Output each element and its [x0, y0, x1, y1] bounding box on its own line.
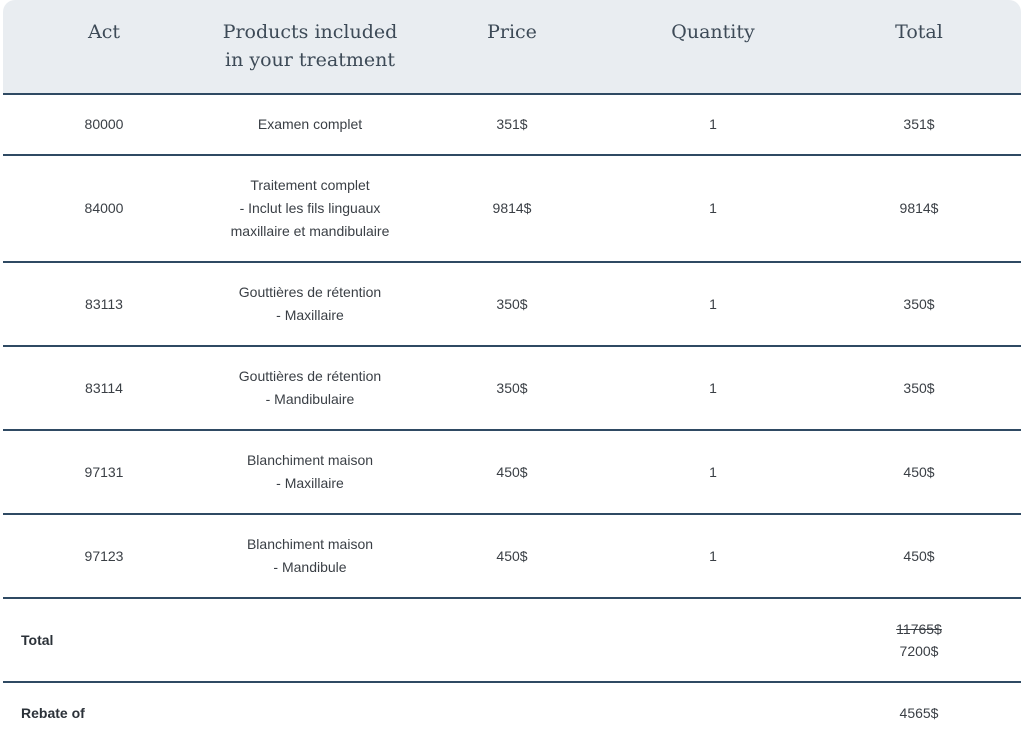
product-line: - Maxillaire	[276, 307, 344, 323]
product-description: Blanchiment maison - Mandibule	[205, 515, 415, 597]
table-row: 84000 Traitement complet - Inclut les fils…	[3, 156, 1021, 263]
total-cell: 450$	[903, 547, 935, 564]
product-description: Gouttières de rétention - Mandibulaire	[205, 347, 415, 429]
header-quantity: Quantity	[671, 21, 755, 43]
price-cell: 351$	[496, 116, 528, 132]
price-cell: 450$	[496, 463, 528, 480]
product-line: Examen complet	[257, 116, 363, 132]
total-cell: 350$	[903, 295, 935, 312]
table-body: 80000 Examen complet 351$ 1 351$ 84000 Traitem…	[3, 95, 1021, 599]
product-description: Examen complet	[205, 95, 415, 154]
header-products: Products included in your treatment	[205, 18, 415, 74]
act-code: 83114	[85, 379, 123, 396]
act-code: 97123	[84, 547, 124, 564]
header-products-line1: Products included	[222, 21, 398, 43]
price-cell: 350$	[496, 295, 528, 312]
product-line: Blanchiment maison	[246, 452, 374, 468]
header-total: Total	[895, 21, 943, 43]
product-line: maxillaire et mandibulaire	[230, 223, 390, 239]
header-price: Price	[487, 21, 537, 43]
price-cell: 450$	[496, 547, 528, 564]
rebate-value: 4565$	[899, 704, 939, 721]
discounted-total: 7200$	[899, 643, 939, 659]
quantity-cell: 1	[709, 379, 717, 396]
act-code: 84000	[84, 200, 124, 216]
quantity-cell: 1	[709, 200, 717, 216]
quantity-cell: 1	[709, 547, 717, 564]
header-act: Act	[88, 21, 120, 43]
total-cell: 351$	[903, 116, 935, 132]
product-line: - Mandibulaire	[265, 391, 355, 407]
price-cell: 350$	[496, 379, 528, 396]
total-cell: 350$	[903, 379, 935, 396]
quantity-cell: 1	[709, 116, 717, 132]
total-cell: 9814$	[899, 200, 939, 216]
table-row: 80000 Examen complet 351$ 1 351$	[3, 95, 1021, 156]
table-row: 97123 Blanchiment maison - Mandibule 450$ 1 4…	[3, 515, 1021, 599]
product-line: - Inclut les fils linguaux	[239, 200, 381, 216]
original-total: 11765$	[896, 621, 942, 637]
act-code: 83113	[85, 295, 123, 312]
total-row: Total 11765$ 7200$	[3, 599, 1021, 683]
table-row: 83114 Gouttières de rétention - Mandibulai…	[3, 347, 1021, 431]
product-line: - Maxillaire	[276, 475, 344, 491]
rebate-label: Rebate of	[21, 705, 85, 721]
table-header: Act Products included in your treatment …	[3, 0, 1021, 95]
price-cell: 9814$	[492, 200, 532, 216]
product-line: - Mandibule	[273, 559, 347, 575]
treatment-table: Act Products included in your treatment …	[3, 0, 1021, 743]
product-description: Gouttières de rétention - Maxillaire	[205, 263, 415, 345]
table-row: 83113 Gouttières de rétention - Maxillaire…	[3, 263, 1021, 347]
table-row: 97131 Blanchiment maison - Maxillaire 450$ 1…	[3, 431, 1021, 515]
product-line: Gouttières de rétention	[238, 368, 382, 384]
total-label: Total	[21, 632, 54, 648]
act-code: 80000	[84, 116, 124, 132]
product-description: Blanchiment maison - Maxillaire	[205, 431, 415, 513]
product-description: Traitement complet - Inclut les fils ling…	[205, 156, 415, 261]
product-line: Traitement complet	[250, 177, 370, 193]
quantity-cell: 1	[709, 463, 717, 480]
rebate-row: Rebate of 4565$	[3, 683, 1021, 743]
total-values: 11765$ 7200$	[817, 599, 1021, 681]
header-products-line2: in your treatment	[225, 49, 395, 71]
quantity-cell: 1	[709, 295, 717, 312]
product-line: Gouttières de rétention	[238, 284, 382, 300]
act-code: 97131	[84, 463, 124, 480]
total-cell: 450$	[903, 463, 935, 480]
product-line: Blanchiment maison	[246, 536, 374, 552]
